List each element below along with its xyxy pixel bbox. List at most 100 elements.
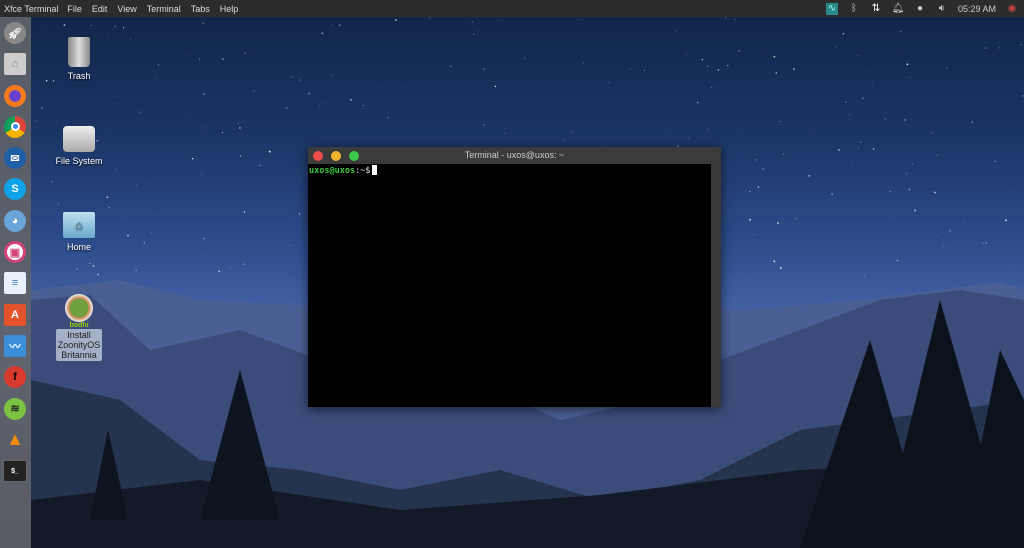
star xyxy=(900,31,901,32)
terminal-window[interactable]: Terminal - uxos@uxos: ~ uxos@uxos:~$ xyxy=(308,147,721,407)
bodhi-leaf-icon xyxy=(65,294,93,322)
bluetooth-icon[interactable]: ᛒ xyxy=(848,3,860,15)
star xyxy=(58,204,59,205)
font-viewer-icon[interactable]: f xyxy=(4,366,26,388)
desktop-icon-trash[interactable]: Trash xyxy=(44,37,114,81)
pidgin-icon[interactable]: ◕ xyxy=(4,210,26,232)
top-panel: Xfce Terminal File Edit View Terminal Ta… xyxy=(0,0,1024,17)
star xyxy=(472,21,473,22)
star xyxy=(319,105,320,106)
star xyxy=(42,25,43,26)
chrome-icon[interactable] xyxy=(4,116,26,138)
star xyxy=(504,133,505,134)
text-editor-icon[interactable]: ≡ xyxy=(4,272,26,294)
star xyxy=(136,184,137,185)
star xyxy=(763,168,764,169)
clock[interactable]: 05:29 AM xyxy=(958,4,996,14)
star xyxy=(961,181,962,182)
star xyxy=(872,85,873,86)
star xyxy=(184,235,185,236)
volume-icon[interactable]: 🔉︎ xyxy=(936,3,948,15)
star xyxy=(572,132,573,133)
terminal-titlebar[interactable]: Terminal - uxos@uxos: ~ xyxy=(308,147,721,164)
rocket-launcher-icon[interactable]: 🚀︎ xyxy=(4,22,26,44)
skype-icon[interactable]: S xyxy=(4,178,26,200)
star xyxy=(1009,189,1010,190)
star xyxy=(127,235,129,237)
menu-terminal[interactable]: Terminal xyxy=(142,4,186,14)
files-folder-icon[interactable]: ⌂ xyxy=(4,53,26,75)
star xyxy=(915,186,916,187)
star xyxy=(727,65,728,66)
maximize-button[interactable] xyxy=(349,151,359,161)
install-label: Install ZoonityOS Britannia xyxy=(56,329,102,361)
star xyxy=(867,71,868,72)
power-icon[interactable]: ● xyxy=(914,3,926,15)
star xyxy=(299,213,300,214)
transfer-arrows-icon[interactable]: ⇅ xyxy=(870,3,882,15)
star xyxy=(95,28,96,29)
star xyxy=(291,76,292,77)
star xyxy=(747,155,748,156)
firefox-icon[interactable] xyxy=(4,85,26,107)
star xyxy=(339,25,340,26)
star xyxy=(836,47,837,48)
star xyxy=(563,139,564,140)
star xyxy=(97,273,99,275)
star xyxy=(843,33,845,35)
software-center-icon[interactable]: A xyxy=(4,304,26,326)
terminal-scrollbar[interactable] xyxy=(711,164,721,407)
star xyxy=(199,100,200,101)
menu-tabs[interactable]: Tabs xyxy=(186,4,215,14)
star xyxy=(697,102,698,103)
star xyxy=(1021,44,1022,45)
menu-help[interactable]: Help xyxy=(215,4,244,14)
star xyxy=(478,32,479,33)
star xyxy=(979,66,980,67)
star xyxy=(203,254,204,255)
star xyxy=(203,238,205,240)
star xyxy=(986,242,987,243)
menu-edit[interactable]: Edit xyxy=(87,4,113,14)
star xyxy=(203,127,204,128)
bell-icon[interactable]: 🔔︎ xyxy=(892,3,904,15)
star xyxy=(668,131,669,132)
terminal-content[interactable]: uxos@uxos:~$ xyxy=(308,164,711,407)
desktop-icon-install[interactable]: bodhi Install ZoonityOS Britannia xyxy=(44,294,114,361)
star xyxy=(873,148,875,150)
spotify-icon[interactable]: ≋ xyxy=(4,398,26,420)
star xyxy=(862,97,864,99)
star xyxy=(775,72,777,74)
vlc-icon[interactable]: ▲ xyxy=(4,429,26,451)
star xyxy=(994,161,995,162)
menu-view[interactable]: View xyxy=(112,4,141,14)
desktop-icon-home[interactable]: ⌂ Home xyxy=(44,212,114,252)
star xyxy=(269,151,271,153)
star xyxy=(711,87,712,88)
thunderbird-icon[interactable]: ✉ xyxy=(4,147,26,169)
star xyxy=(779,121,780,122)
minimize-button[interactable] xyxy=(331,151,341,161)
terminal-title: Terminal - uxos@uxos: ~ xyxy=(465,150,564,160)
trash-label: Trash xyxy=(68,71,91,81)
network-graph-icon[interactable]: ∿ xyxy=(826,3,838,15)
star xyxy=(890,191,891,192)
star xyxy=(765,83,766,84)
star xyxy=(107,196,109,198)
star xyxy=(934,192,936,194)
session-icon[interactable]: ◉ xyxy=(1006,3,1018,15)
image-viewer-icon[interactable]: ▣ xyxy=(4,241,26,263)
star xyxy=(707,66,708,67)
star xyxy=(158,64,159,65)
star xyxy=(783,154,784,155)
star xyxy=(404,87,405,88)
system-monitor-icon[interactable]: 〰 xyxy=(4,335,26,357)
star xyxy=(144,242,145,243)
terminal-icon[interactable]: $_ xyxy=(3,460,27,482)
menu-file[interactable]: File xyxy=(62,4,87,14)
star xyxy=(851,161,852,162)
close-button[interactable] xyxy=(313,151,323,161)
desktop-icon-file-system[interactable]: File System xyxy=(44,126,114,166)
dock: 🚀︎ ⌂ ✉ S ◕ ▣ ≡ A 〰 f ≋ ▲ $_ xyxy=(0,17,31,548)
star xyxy=(381,87,382,88)
